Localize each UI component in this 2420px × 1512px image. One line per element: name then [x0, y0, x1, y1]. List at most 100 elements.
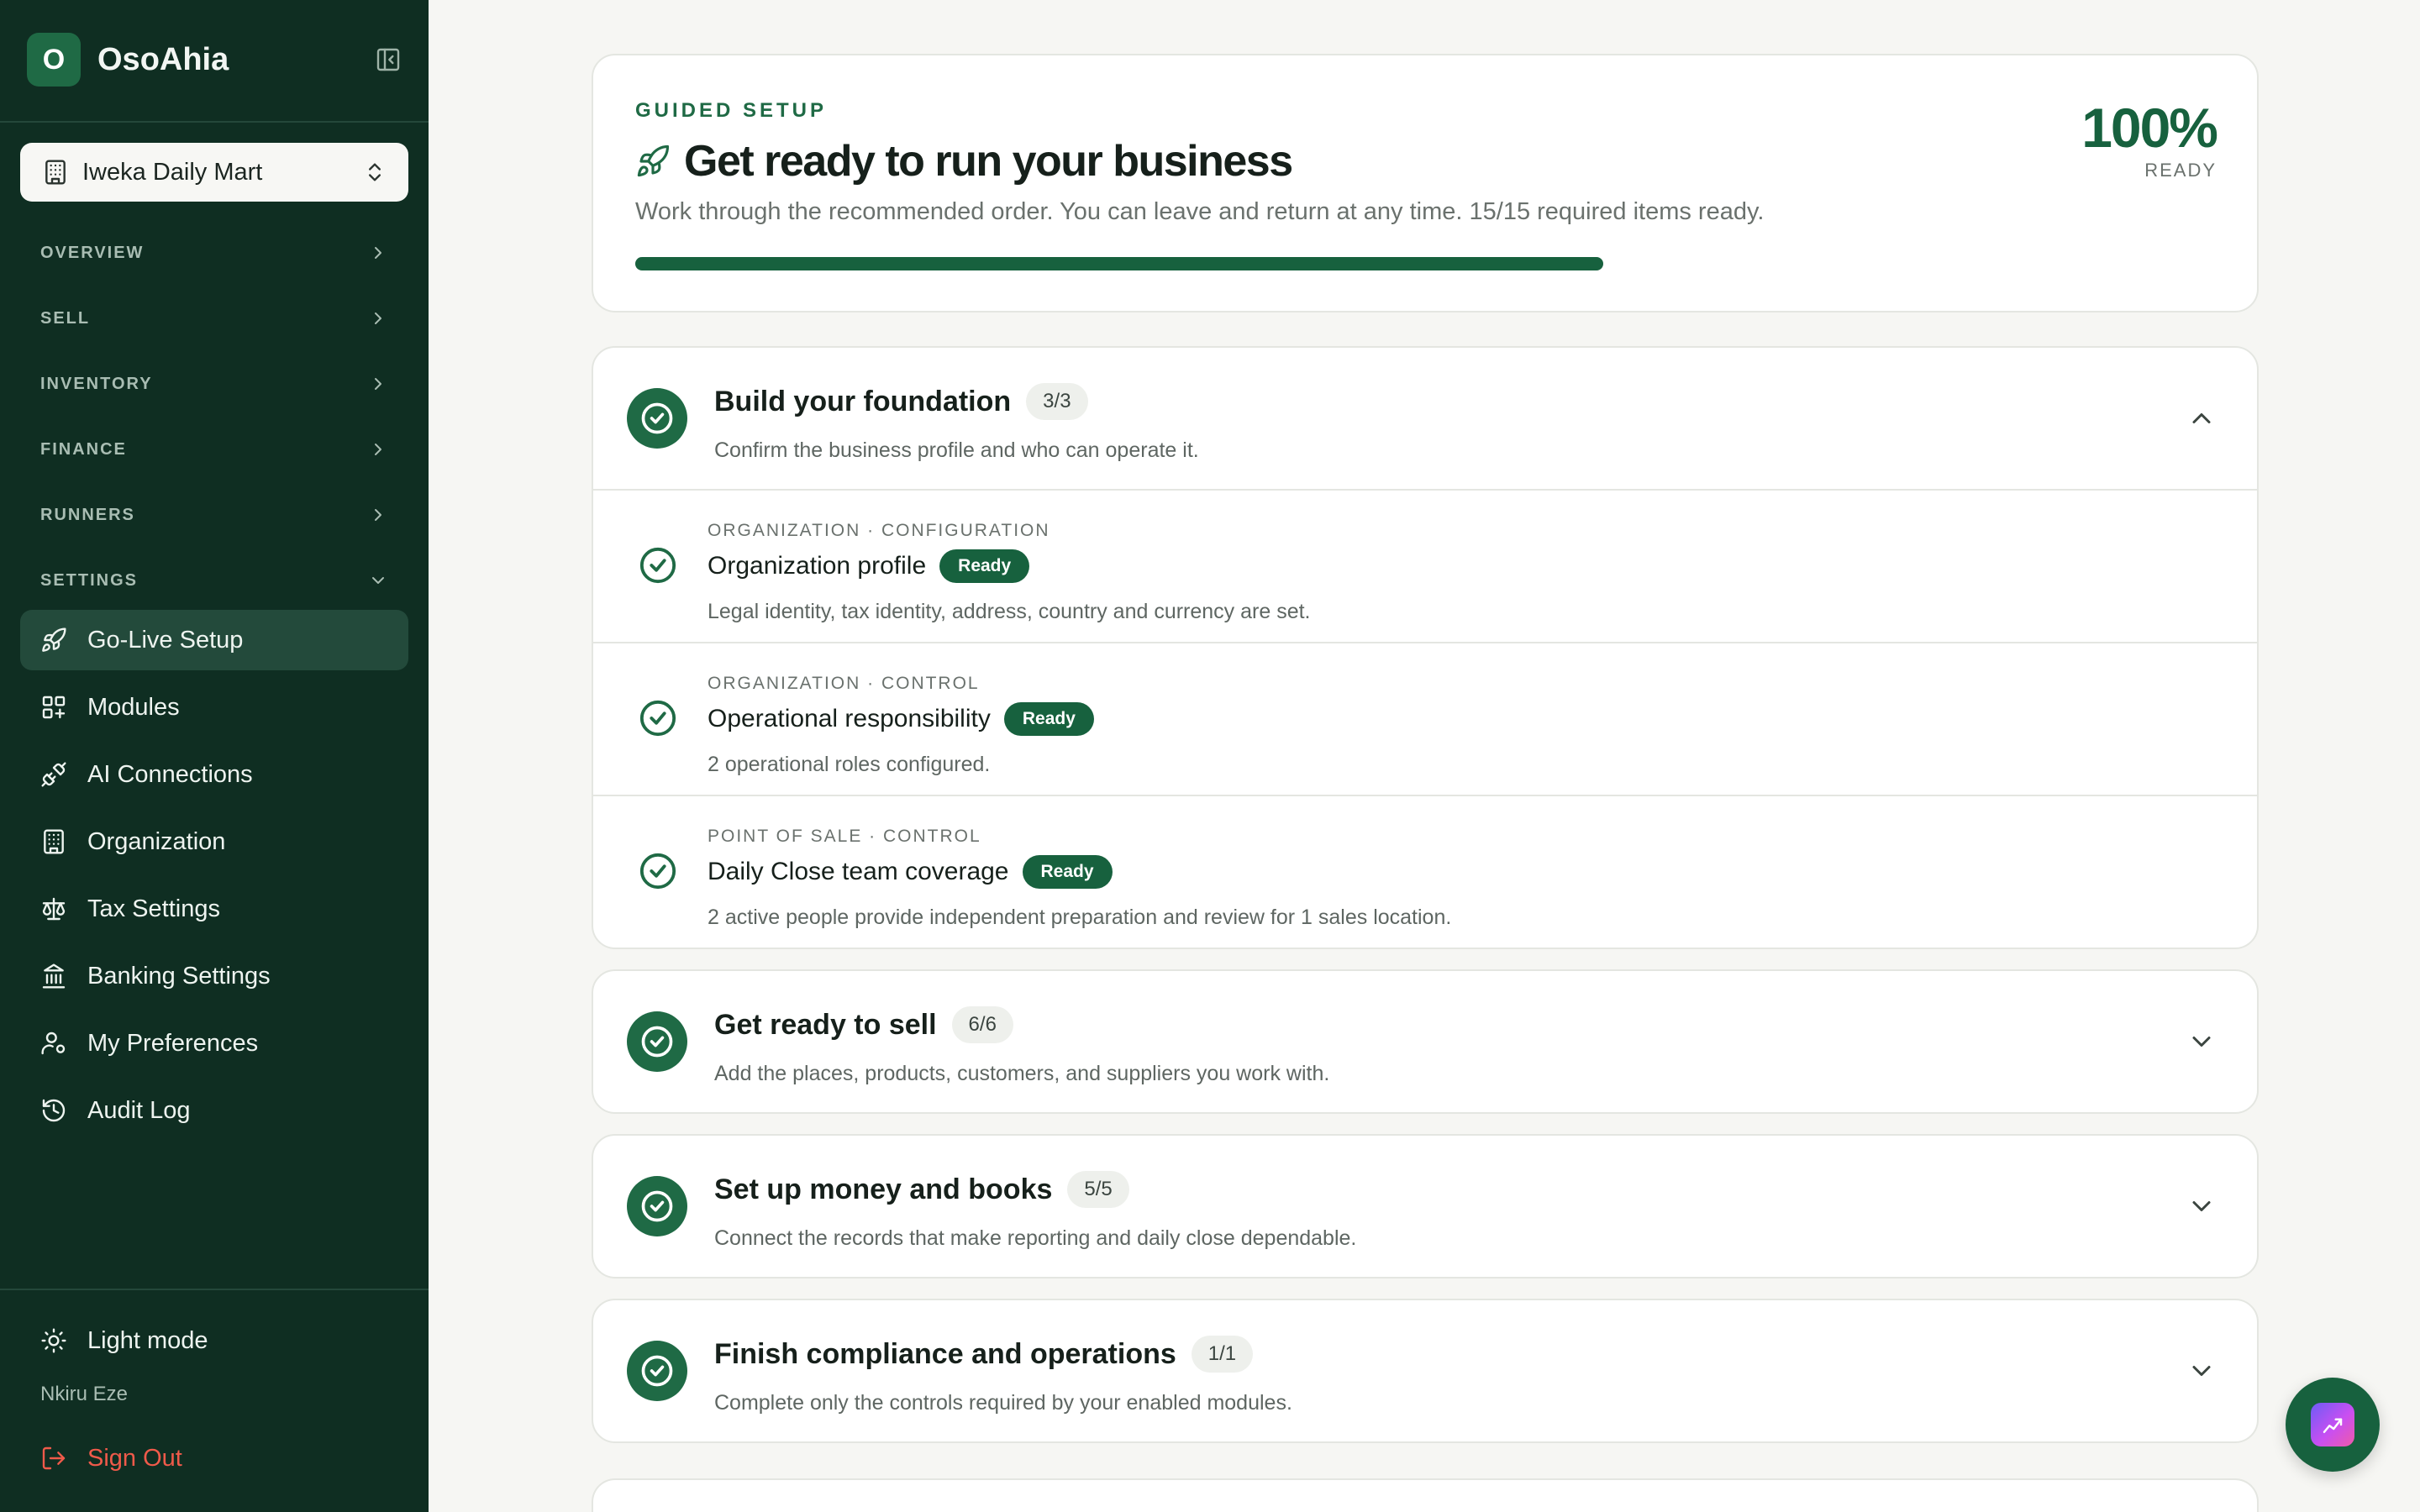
chevron-right-icon	[368, 308, 388, 328]
checklist-item-daily-close-coverage[interactable]: POINT OF SALE · CONTROL Daily Close team…	[593, 795, 2257, 948]
step-card-sell[interactable]: Get ready to sell 6/6 Add the places, pr…	[592, 969, 2259, 1114]
check-circle-icon	[639, 546, 677, 585]
chevron-right-icon	[368, 439, 388, 459]
building-icon	[40, 828, 67, 855]
building-icon	[45, 160, 66, 185]
step-header[interactable]: Finish compliance and operations 1/1 Com…	[593, 1300, 2257, 1441]
check-circle-icon	[639, 699, 677, 738]
step-count-badge: 3/3	[1026, 383, 1088, 420]
item-title-text: Daily Close team coverage	[708, 858, 1009, 885]
sidebar: O OsoAhia Iweka Daily Mart OVERVIEW SELL…	[0, 0, 429, 1512]
step-count-badge: 5/5	[1067, 1171, 1129, 1208]
nav-section-label: SELL	[40, 308, 91, 328]
checklist-item-operational-responsibility[interactable]: ORGANIZATION · CONTROL Operational respo…	[593, 642, 2257, 795]
check-circle-icon	[639, 852, 677, 890]
checklist-item-organization-profile[interactable]: ORGANIZATION · CONFIGURATION Organizatio…	[593, 489, 2257, 642]
step-title-text: Set up money and books	[714, 1173, 1053, 1205]
chevron-right-icon	[368, 243, 388, 263]
item-title-text: Organization profile	[708, 552, 927, 580]
eyebrow: GUIDED SETUP	[635, 99, 828, 122]
percent-ready: 100%	[2081, 97, 2218, 159]
step-title: Set up money and books 5/5	[714, 1171, 1129, 1208]
sidebar-item-label: Banking Settings	[87, 962, 271, 990]
step-count-badge: 6/6	[951, 1006, 1013, 1043]
nav-section-finance[interactable]: FINANCE	[40, 433, 388, 466]
rocket-icon	[40, 627, 67, 654]
collapse-sidebar-icon[interactable]	[375, 46, 402, 73]
chevron-up-icon[interactable]	[2186, 403, 2217, 433]
progress-bar	[635, 257, 1603, 270]
sidebar-item-organization[interactable]: Organization	[20, 811, 408, 872]
nav-section-label: INVENTORY	[40, 374, 153, 393]
sun-icon	[40, 1327, 67, 1354]
nav-section-label: FINANCE	[40, 439, 127, 459]
step-card-compliance[interactable]: Finish compliance and operations 1/1 Com…	[592, 1299, 2259, 1443]
item-description: 2 active people provide independent prep…	[708, 906, 1452, 929]
percent-ready-label: READY	[2144, 160, 2217, 181]
check-circle-icon	[627, 388, 687, 449]
progress-fill	[635, 257, 1603, 270]
step-title-text: Build your foundation	[714, 385, 1012, 417]
nav-section-settings[interactable]: SETTINGS	[40, 564, 388, 597]
step-card-money-books[interactable]: Set up money and books 5/5 Connect the r…	[592, 1134, 2259, 1278]
chevron-down-icon[interactable]	[2186, 1026, 2217, 1057]
brand-logo[interactable]: O	[27, 33, 81, 87]
step-title: Get ready to sell 6/6	[714, 1006, 1013, 1043]
sidebar-item-my-preferences[interactable]: My Preferences	[20, 1013, 408, 1074]
step-description: Connect the records that make reporting …	[714, 1226, 1357, 1250]
org-switcher[interactable]: Iweka Daily Mart	[20, 143, 408, 202]
step-header[interactable]: Build your foundation 3/3 Confirm the bu…	[593, 348, 2257, 489]
sign-out-button[interactable]: Sign Out	[20, 1428, 408, 1488]
scale-icon	[40, 895, 67, 922]
chevrons-up-down-icon	[369, 163, 381, 181]
step-description: Add the places, products, customers, and…	[714, 1062, 1330, 1085]
chevron-right-icon	[368, 374, 388, 394]
sidebar-item-banking-settings[interactable]: Banking Settings	[20, 946, 408, 1006]
step-description: Confirm the business profile and who can…	[714, 438, 1199, 462]
page-title: Get ready to run your business	[635, 136, 1293, 186]
hero-description: Work through the recommended order. You …	[635, 198, 1765, 225]
sidebar-item-label: AI Connections	[87, 760, 253, 788]
sign-out-label: Sign Out	[87, 1444, 182, 1472]
chevron-down-icon	[368, 570, 388, 591]
step-title: Build your foundation 3/3	[714, 383, 1088, 420]
history-icon	[40, 1097, 67, 1124]
step-card-partial	[592, 1478, 2259, 1512]
step-header[interactable]: Get ready to sell 6/6 Add the places, pr…	[593, 971, 2257, 1112]
assistant-fab-button[interactable]	[2286, 1378, 2380, 1472]
plug-icon	[40, 761, 67, 788]
sidebar-item-label: Organization	[87, 827, 226, 855]
item-description: 2 operational roles configured.	[708, 753, 991, 776]
sidebar-item-audit-log[interactable]: Audit Log	[20, 1080, 408, 1141]
sidebar-item-label: Go-Live Setup	[87, 626, 244, 654]
item-category: ORGANIZATION · CONFIGURATION	[708, 521, 1050, 540]
guided-setup-card: GUIDED SETUP Get ready to run your busin…	[592, 54, 2259, 312]
step-count-badge: 1/1	[1191, 1336, 1254, 1373]
nav-section-inventory[interactable]: INVENTORY	[40, 367, 388, 401]
step-title-text: Get ready to sell	[714, 1008, 937, 1041]
brand-name[interactable]: OsoAhia	[97, 42, 229, 78]
nav-section-label: RUNNERS	[40, 505, 135, 524]
sidebar-item-ai-connections[interactable]: AI Connections	[20, 744, 408, 805]
item-title: Operational responsibility Ready	[708, 702, 1094, 736]
check-circle-icon	[627, 1011, 687, 1072]
nav-section-runners[interactable]: RUNNERS	[40, 498, 388, 532]
page-title-text: Get ready to run your business	[684, 137, 1293, 186]
sidebar-item-tax-settings[interactable]: Tax Settings	[20, 879, 408, 939]
item-description: Legal identity, tax identity, address, c…	[708, 600, 1311, 623]
step-card-foundation: Build your foundation 3/3 Confirm the bu…	[592, 346, 2259, 949]
step-header[interactable]: Set up money and books 5/5 Connect the r…	[593, 1136, 2257, 1277]
nav-section-sell[interactable]: SELL	[40, 302, 388, 335]
modules-icon	[40, 694, 67, 721]
sidebar-item-go-live-setup[interactable]: Go-Live Setup	[20, 610, 408, 670]
sidebar-item-modules[interactable]: Modules	[20, 677, 408, 738]
chevron-down-icon[interactable]	[2186, 1191, 2217, 1221]
light-mode-toggle[interactable]: Light mode	[20, 1310, 408, 1371]
check-circle-icon	[627, 1341, 687, 1401]
step-title-text: Finish compliance and operations	[714, 1337, 1176, 1370]
nav-section-overview[interactable]: OVERVIEW	[40, 236, 388, 270]
chevron-down-icon[interactable]	[2186, 1356, 2217, 1386]
nav-section-label: OVERVIEW	[40, 243, 145, 262]
bank-icon	[40, 963, 67, 990]
status-badge: Ready	[1022, 855, 1113, 889]
